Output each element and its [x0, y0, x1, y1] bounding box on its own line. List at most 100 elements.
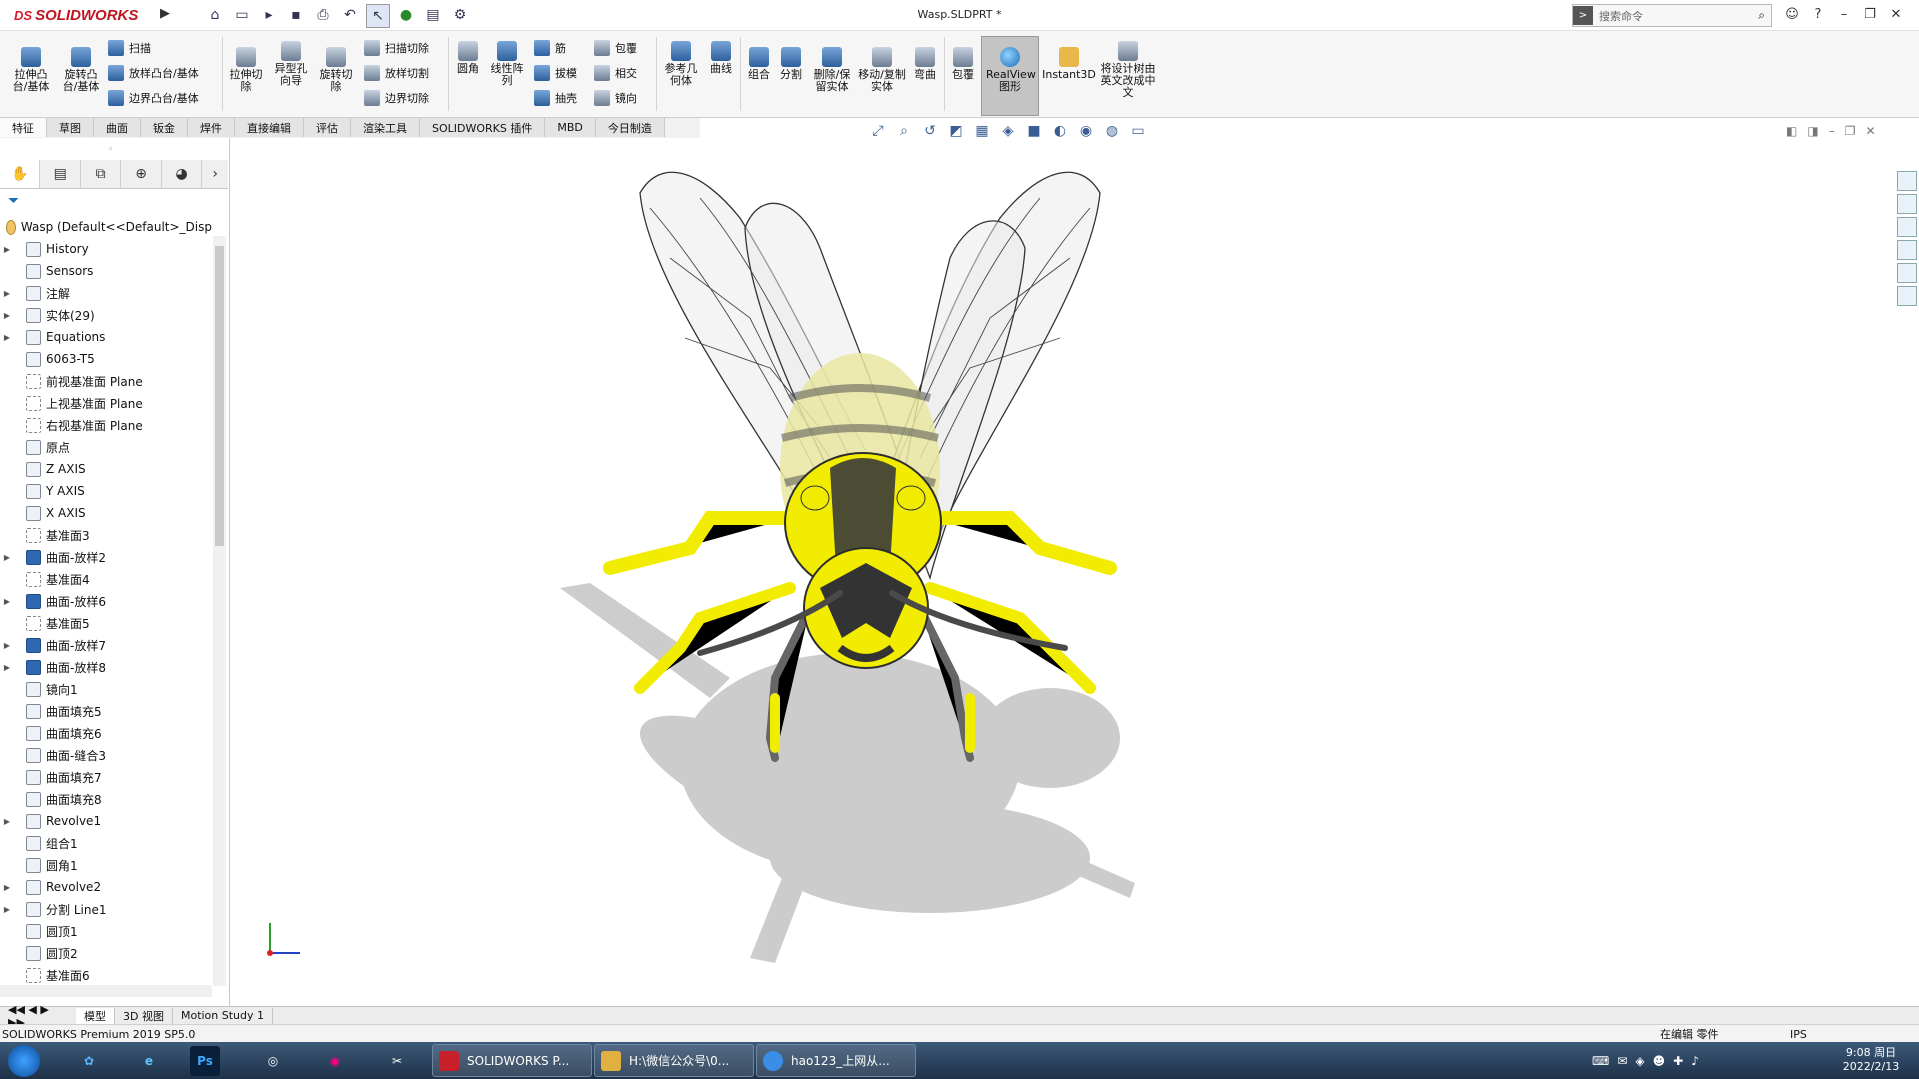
realview-graphics-button[interactable]: RealView 图形: [981, 36, 1039, 116]
expand-arrow-icon[interactable]: ▶: [0, 597, 14, 606]
boundary-boss-button[interactable]: 边界凸台/基体: [108, 90, 199, 106]
tree-item[interactable]: 曲面填充6: [0, 722, 212, 744]
taskbar-app-screen-rec[interactable]: ◎: [252, 1044, 294, 1077]
taskbar-app-tool[interactable]: ✂: [376, 1044, 418, 1077]
security-icon[interactable]: ✚: [1673, 1054, 1683, 1068]
linear-pattern-button[interactable]: 线性阵列: [488, 41, 526, 87]
draft-button[interactable]: 拔模: [534, 65, 577, 81]
tab-sheet-metal[interactable]: 钣金: [141, 118, 188, 137]
hide-show-items-icon[interactable]: ◐: [1050, 122, 1070, 140]
print-icon[interactable]: ⎙: [312, 4, 334, 26]
tree-item[interactable]: 基准面5: [0, 612, 212, 634]
configuration-manager-tab-icon[interactable]: ⧉: [81, 160, 122, 188]
expand-arrow-icon[interactable]: ▶: [0, 663, 14, 672]
tree-item[interactable]: ▶ 曲面-放样6: [0, 590, 212, 612]
revolve-boss-button[interactable]: 旋转凸台/基体: [60, 47, 102, 93]
home-icon[interactable]: ⌂: [204, 4, 226, 26]
dynamic-annotation-icon[interactable]: ▦: [972, 122, 992, 140]
tree-item[interactable]: ▶ 实体(29): [0, 304, 212, 326]
taskbar-window-browser[interactable]: hao123_上网从...: [756, 1044, 916, 1077]
tree-item[interactable]: Sensors: [0, 260, 212, 282]
rebuild-icon[interactable]: ●: [395, 4, 417, 26]
menu-expand-arrow-icon[interactable]: ▶: [160, 6, 170, 21]
open-icon[interactable]: ▸: [258, 4, 280, 26]
shell-button[interactable]: 抽壳: [534, 90, 577, 106]
tree-item[interactable]: 圆顶1: [0, 920, 212, 942]
file-properties-icon[interactable]: ▤: [422, 4, 444, 26]
wechat-icon[interactable]: ✉: [1617, 1054, 1627, 1068]
keyboard-icon[interactable]: ⌨: [1592, 1054, 1609, 1068]
close-icon[interactable]: ✕: [1886, 4, 1906, 24]
taskbar-app-ie[interactable]: e: [128, 1044, 170, 1077]
tree-item[interactable]: ▶ History: [0, 238, 212, 260]
tree-item[interactable]: ▶ Equations: [0, 326, 212, 348]
tree-item[interactable]: ▶ 曲面-放样8: [0, 656, 212, 678]
restore-icon[interactable]: ❐: [1860, 4, 1880, 24]
translate-tree-button[interactable]: 将设计树由英文改成中文: [1100, 41, 1156, 99]
tree-item[interactable]: 曲面-缝合3: [0, 744, 212, 766]
expand-arrow-icon[interactable]: ▶: [0, 333, 14, 342]
tab-motion-study[interactable]: Motion Study 1: [173, 1007, 274, 1024]
tree-item[interactable]: 右视基准面 Plane: [0, 414, 212, 436]
rib-button[interactable]: 筋: [534, 40, 566, 56]
volume-icon[interactable]: ♪: [1691, 1054, 1699, 1068]
split-button[interactable]: 分割: [776, 47, 806, 81]
search-commands-field[interactable]: > 搜索命令 ⌕: [1572, 4, 1772, 27]
flex-button[interactable]: 弯曲: [910, 47, 940, 81]
tree-item[interactable]: Z AXIS: [0, 458, 212, 480]
taskbar-app-media[interactable]: ◉: [314, 1044, 356, 1077]
swept-cut-button[interactable]: 扫描切除: [364, 40, 429, 56]
filter-icon[interactable]: ⏷: [8, 193, 19, 209]
tree-item[interactable]: 基准面6: [0, 964, 212, 986]
tab-addins[interactable]: SOLIDWORKS 插件: [420, 118, 546, 137]
instant3d-button[interactable]: Instant3D: [1042, 47, 1096, 81]
tree-item[interactable]: X AXIS: [0, 502, 212, 524]
taskbar-window-explorer[interactable]: H:\微信公众号\0...: [594, 1044, 754, 1077]
display-style-icon[interactable]: ■: [1024, 122, 1044, 140]
scrollbar-thumb[interactable]: [215, 246, 224, 546]
lofted-cut-button[interactable]: 放样切割: [364, 65, 429, 81]
curves-button[interactable]: 曲线: [706, 41, 736, 75]
tree-item[interactable]: ▶ 分割 Line1: [0, 898, 212, 920]
extrude-cut-button[interactable]: 拉伸切除: [226, 47, 266, 93]
doc-minimize-icon[interactable]: –: [1829, 124, 1835, 138]
tree-item[interactable]: ▶ Revolve2: [0, 876, 212, 898]
section-view-icon[interactable]: ◩: [946, 122, 966, 140]
select-icon[interactable]: ↖: [366, 4, 390, 28]
custom-properties-icon[interactable]: [1897, 286, 1917, 306]
tab-nav-arrows-icon[interactable]: ◀◀ ◀ ▶ ▶▶: [0, 1003, 76, 1029]
feature-manager-tab-icon[interactable]: ✋: [0, 160, 41, 188]
expand-arrow-icon[interactable]: ▶: [0, 883, 14, 892]
hole-wizard-button[interactable]: 异型孔向导: [270, 41, 312, 87]
tree-item[interactable]: 圆角1: [0, 854, 212, 876]
solidworks-logo[interactable]: DS SOLIDWORKS: [14, 4, 150, 26]
zoom-to-fit-icon[interactable]: ⤢: [868, 122, 888, 140]
tab-evaluate[interactable]: 评估: [304, 118, 351, 137]
expand-arrow-icon[interactable]: ▶: [0, 245, 14, 254]
display-manager-tab-icon[interactable]: ◕: [162, 160, 203, 188]
wrap-small-button[interactable]: 包覆: [594, 40, 637, 56]
intersect-button[interactable]: 相交: [594, 65, 637, 81]
tree-item[interactable]: 原点: [0, 436, 212, 458]
apply-scene-icon[interactable]: ◍: [1102, 122, 1122, 140]
start-button[interactable]: [8, 1044, 40, 1077]
new-document-icon[interactable]: ▭: [231, 4, 253, 26]
view-orientation-icon[interactable]: ◈: [998, 122, 1018, 140]
tree-item[interactable]: ▶ 曲面-放样7: [0, 634, 212, 656]
panel-right-icon[interactable]: ◨: [1807, 124, 1818, 138]
tree-item[interactable]: 圆顶2: [0, 942, 212, 964]
tree-item[interactable]: 曲面填充5: [0, 700, 212, 722]
revolve-cut-button[interactable]: 旋转切除: [316, 47, 356, 93]
appearances-icon[interactable]: [1897, 263, 1917, 283]
help-icon[interactable]: ?: [1808, 4, 1828, 24]
boundary-cut-button[interactable]: 边界切除: [364, 90, 429, 106]
tree-item[interactable]: 6063-T5: [0, 348, 212, 370]
previous-view-icon[interactable]: ↺: [920, 122, 940, 140]
tree-item[interactable]: ▶ 曲面-放样2: [0, 546, 212, 568]
tree-scrollbar[interactable]: [213, 236, 226, 986]
tab-render-tools[interactable]: 渲染工具: [351, 118, 420, 137]
user-icon[interactable]: ☺: [1782, 4, 1802, 24]
tree-item[interactable]: 基准面3: [0, 524, 212, 546]
design-library-icon[interactable]: [1897, 194, 1917, 214]
view-palette-icon[interactable]: [1897, 240, 1917, 260]
